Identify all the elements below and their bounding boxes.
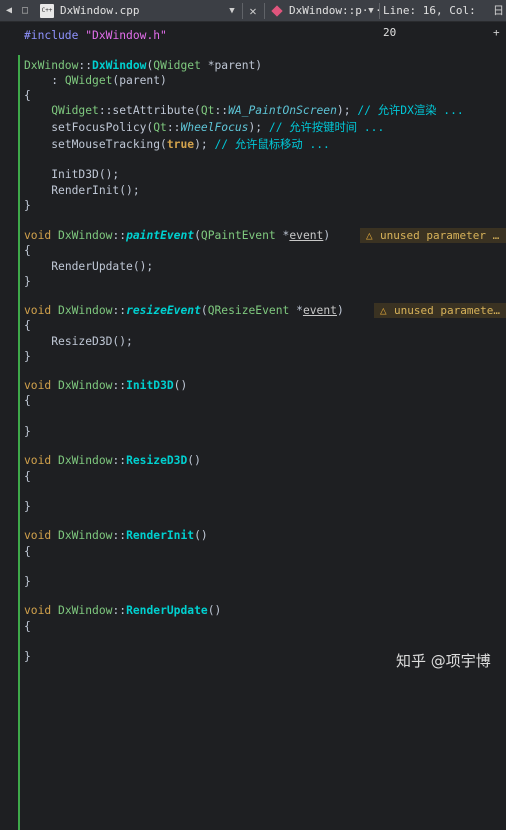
code-line: }: [24, 199, 31, 212]
file-selector[interactable]: DxWindow.cpp: [60, 0, 220, 22]
lock-icon[interactable]: □: [18, 0, 32, 22]
code-line: {: [24, 545, 31, 558]
code-line: : QWidget(parent): [24, 74, 167, 87]
symbol-selector[interactable]: DxWindow::p···: [289, 0, 382, 22]
code-line: }: [24, 500, 31, 513]
code-line: void DxWindow::paintEvent(QPaintEvent *e…: [24, 229, 331, 242]
gutter-change-marker: [18, 210, 20, 830]
code-editor[interactable]: #include "DxWindow.h" DxWindow::DxWindow…: [0, 23, 506, 830]
code-line: {: [24, 620, 31, 633]
watermark: 知乎 @项宇博: [396, 652, 491, 670]
file-dropdown-chevron-icon[interactable]: ▼: [226, 0, 238, 22]
code-line: }: [24, 350, 31, 363]
warning-icon: △: [366, 229, 373, 242]
code-line: QWidget::setAttribute(Qt::WA_PaintOnScre…: [51, 104, 464, 117]
code-line: setFocusPolicy(Qt::WheelFocus); // 允许按键时…: [51, 121, 385, 134]
code-line: {: [24, 470, 31, 483]
navigate-back-icon[interactable]: ◀: [2, 0, 16, 22]
unused-parameter-warning[interactable]: △ unused parameter …: [360, 228, 506, 243]
code-line: {: [24, 319, 31, 332]
code-line: }: [24, 275, 31, 288]
code-line: RenderUpdate();: [51, 260, 154, 273]
gutter-change-marker: [18, 55, 20, 210]
warning-icon: △: [380, 304, 387, 317]
toolbar-divider: [242, 3, 243, 19]
cursor-position-label: Line: 16, Col: 20: [383, 4, 476, 39]
code-line: #include "DxWindow.h": [24, 29, 167, 42]
code-line: }: [24, 425, 31, 438]
code-line: void DxWindow::resizeEvent(QResizeEvent …: [24, 304, 344, 317]
symbol-icon: [271, 5, 283, 17]
code-line: }: [24, 650, 31, 663]
code-line: ResizeD3D();: [51, 335, 133, 348]
code-line: DxWindow::DxWindow(QWidget *parent): [24, 59, 263, 72]
unused-parameter-warning[interactable]: △ unused paramete…: [374, 303, 506, 318]
symbol-dropdown-chevron-icon[interactable]: ▼: [365, 0, 377, 22]
code-line: setMouseTracking(true); // 允许鼠标移动 ...: [51, 138, 330, 151]
code-line: void DxWindow::ResizeD3D(): [24, 454, 201, 467]
editor-toolbar: ◀ □ C++ DxWindow.cpp ▼ ✕ DxWindow::p··· …: [0, 0, 506, 39]
toolbar-divider: [264, 3, 265, 19]
code-line: InitD3D();: [51, 168, 120, 181]
code-line: {: [24, 89, 31, 102]
code-line: }: [24, 575, 31, 588]
close-icon[interactable]: ✕: [246, 0, 260, 22]
code-line: void DxWindow::InitD3D(): [24, 379, 188, 392]
cpp-file-icon: C++: [40, 4, 54, 18]
code-line: RenderInit();: [51, 184, 140, 197]
code-line: void DxWindow::RenderUpdate(): [24, 604, 222, 617]
code-line: {: [24, 394, 31, 407]
toolbar-divider: [379, 3, 380, 19]
code-line: {: [24, 244, 31, 257]
code-line: void DxWindow::RenderInit(): [24, 529, 208, 542]
split-view-icon[interactable]: 日+: [493, 0, 506, 39]
